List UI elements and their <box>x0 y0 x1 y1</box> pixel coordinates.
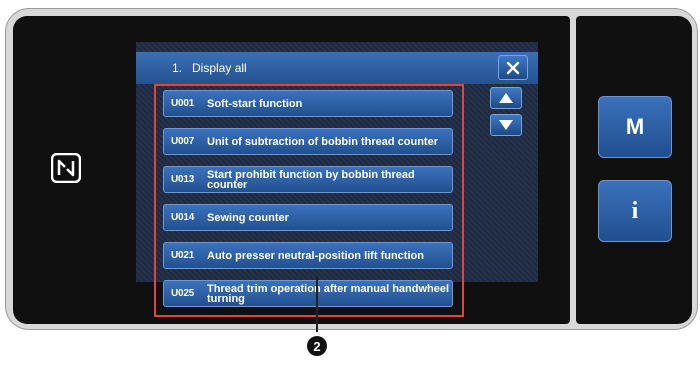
item-label: Auto presser neutral-position lift funct… <box>207 249 424 262</box>
scroll-down-button[interactable] <box>490 114 522 136</box>
item-label: Sewing counter <box>207 211 289 224</box>
side-button-area <box>576 16 692 324</box>
nfc-icon <box>48 150 84 186</box>
close-button[interactable] <box>498 55 528 80</box>
item-code: U001 <box>171 98 195 109</box>
callout-marker: 2 <box>307 336 327 356</box>
item-label: Unit of subtraction of bobbin thread cou… <box>207 135 438 148</box>
mode-button[interactable]: M <box>598 96 672 158</box>
display-window: 1. Display all U001 Soft-start function … <box>136 42 538 317</box>
item-code: U025 <box>171 288 195 299</box>
item-code: U014 <box>171 212 195 223</box>
mode-button-label: M <box>625 114 645 139</box>
information-button-label: i <box>631 197 639 224</box>
item-label: Soft-start function <box>207 97 303 110</box>
item-label: Start prohibit function by bobbin thread… <box>207 168 415 191</box>
item-code: U013 <box>171 174 195 185</box>
list-item[interactable]: U013 Start prohibit function by bobbin t… <box>163 166 453 193</box>
information-button[interactable]: i <box>598 180 672 242</box>
close-icon <box>506 61 520 74</box>
list-item[interactable]: U007 Unit of subtraction of bobbin threa… <box>163 128 453 155</box>
scroll-up-icon <box>499 93 513 103</box>
scroll-up-button[interactable] <box>490 87 522 109</box>
callout-number: 2 <box>313 338 321 354</box>
list-item[interactable]: U001 Soft-start function <box>163 90 453 117</box>
item-label: Thread trim operation after manual handw… <box>207 282 450 305</box>
list-item[interactable]: U021 Auto presser neutral-position lift … <box>163 242 453 269</box>
list-item[interactable]: U025 Thread trim operation after manual … <box>163 280 453 307</box>
item-code: U021 <box>171 250 195 261</box>
title-bar: 1. Display all <box>136 52 538 84</box>
callout-line <box>316 276 318 332</box>
page-title: 1. Display all <box>172 61 247 75</box>
list-highlight-frame: U001 Soft-start function U007 Unit of su… <box>154 84 464 317</box>
list-item[interactable]: U014 Sewing counter <box>163 204 453 231</box>
item-code: U007 <box>171 136 195 147</box>
scroll-down-icon <box>499 120 513 130</box>
